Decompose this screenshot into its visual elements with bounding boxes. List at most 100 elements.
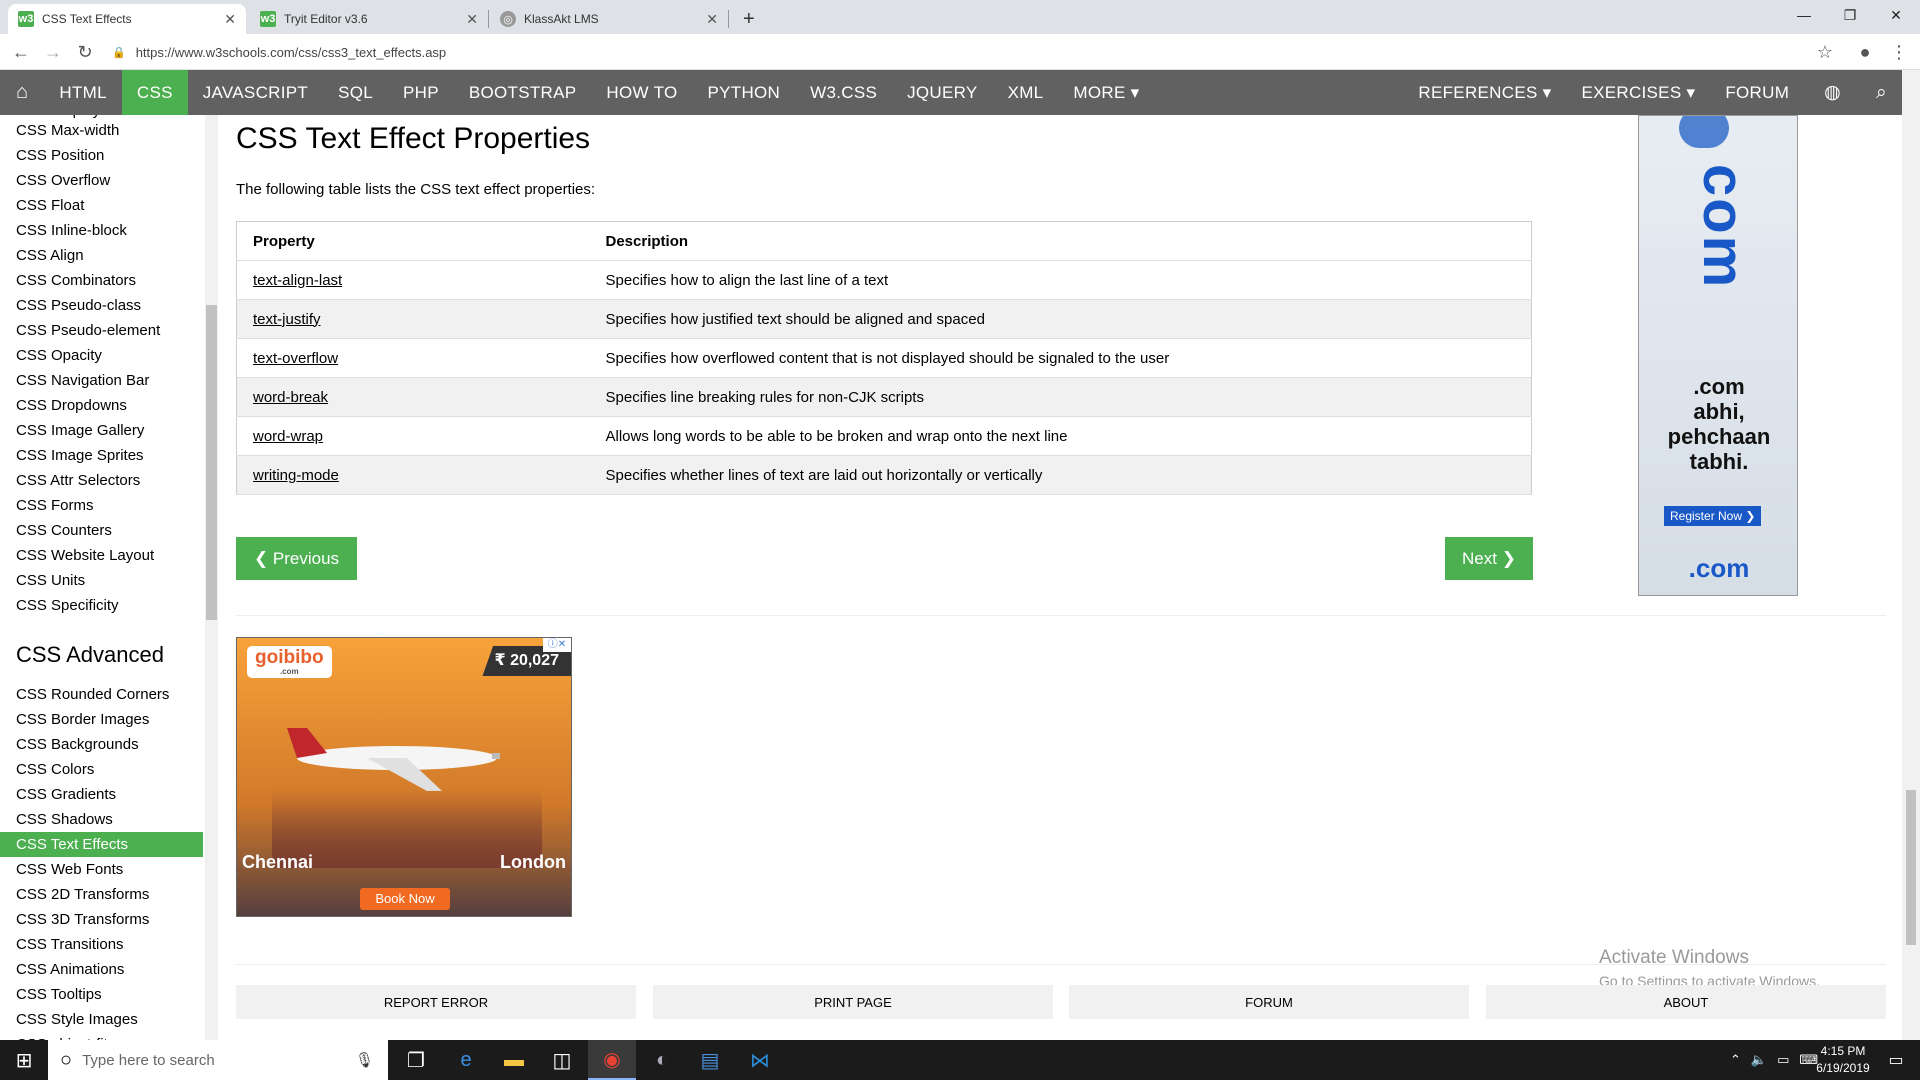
sidebar-item[interactable]: CSS Attr Selectors bbox=[0, 468, 203, 493]
store-icon[interactable]: ◫ bbox=[538, 1040, 586, 1080]
sidebar-item[interactable]: CSS Border Images bbox=[0, 707, 203, 732]
forum-button[interactable]: FORUM bbox=[1069, 985, 1469, 1019]
sidebar-item[interactable]: CSS Shadows bbox=[0, 807, 203, 832]
property-link[interactable]: writing-mode bbox=[236, 455, 590, 495]
sidebar-item[interactable]: CSS Units bbox=[0, 568, 203, 593]
ad-info-close-icon[interactable]: ⓘ✕ bbox=[543, 638, 571, 652]
browser-tab[interactable]: ◎ KlassAkt LMS ✕ bbox=[490, 4, 728, 34]
close-window-button[interactable]: ✕ bbox=[1873, 0, 1919, 30]
nav-html[interactable]: HTML bbox=[44, 70, 121, 115]
nav-sql[interactable]: SQL bbox=[323, 70, 388, 115]
notifications-icon[interactable]: ▭ bbox=[1872, 1040, 1920, 1080]
ad-book-now-button[interactable]: Book Now bbox=[360, 888, 450, 910]
browser-tab[interactable]: w3 CSS Text Effects ✕ bbox=[8, 4, 246, 34]
about-button[interactable]: ABOUT bbox=[1486, 985, 1886, 1019]
vscode-icon[interactable]: ⋈ bbox=[736, 1040, 784, 1080]
bottom-advertisement[interactable]: goibibo .com ₹ 20,027 ⓘ✕ Chennai London … bbox=[236, 637, 572, 917]
nav-bootstrap[interactable]: BOOTSTRAP bbox=[454, 70, 592, 115]
sidebar-item[interactable]: CSS Opacity bbox=[0, 343, 203, 368]
file-explorer-icon[interactable]: ▬ bbox=[490, 1040, 538, 1080]
property-link[interactable]: text-align-last bbox=[236, 260, 590, 300]
home-icon[interactable]: ⌂ bbox=[0, 70, 44, 115]
sidebar-item[interactable]: CSS Backgrounds bbox=[0, 732, 203, 757]
sidebar-item[interactable]: CSS object-fit bbox=[0, 1032, 203, 1040]
sidebar-item[interactable]: CSS Combinators bbox=[0, 268, 203, 293]
sidebar-item-active[interactable]: CSS Text Effects bbox=[0, 832, 203, 857]
nav-jquery[interactable]: JQUERY bbox=[892, 70, 992, 115]
nav-javascript[interactable]: JAVASCRIPT bbox=[188, 70, 323, 115]
sidebar-item[interactable]: CSS Style Images bbox=[0, 1007, 203, 1032]
nav-python[interactable]: PYTHON bbox=[692, 70, 795, 115]
chevron-up-icon[interactable]: ⌃ bbox=[1730, 1052, 1741, 1068]
sidebar-item[interactable]: CSS Forms bbox=[0, 493, 203, 518]
search-icon[interactable]: ⌕ bbox=[1861, 70, 1902, 115]
sidebar-item[interactable]: CSS 3D Transforms bbox=[0, 907, 203, 932]
nav-css[interactable]: CSS bbox=[121, 70, 188, 115]
sidebar-item[interactable]: CSS Align bbox=[0, 243, 203, 268]
sidebar-item[interactable]: CSS Dropdowns bbox=[0, 393, 203, 418]
windows-start-icon[interactable]: ⊞ bbox=[0, 1040, 48, 1080]
next-button[interactable]: Next ❯ bbox=[1445, 537, 1533, 580]
sidebar-item[interactable]: CSS 2D Transforms bbox=[0, 882, 203, 907]
nav-xml[interactable]: XML bbox=[993, 70, 1059, 115]
sidebar-item[interactable]: CSS Tooltips bbox=[0, 982, 203, 1007]
ad-register-button[interactable]: Register Now ❯ bbox=[1664, 506, 1762, 526]
close-icon[interactable]: ✕ bbox=[466, 11, 478, 28]
nav-forum[interactable]: FORUM bbox=[1710, 70, 1804, 115]
sidebar-item[interactable]: CSS Navigation Bar bbox=[0, 368, 203, 393]
star-icon[interactable]: ☆ bbox=[1812, 40, 1838, 64]
maximize-button[interactable]: ❐ bbox=[1827, 0, 1873, 30]
minimize-button[interactable]: — bbox=[1781, 0, 1827, 30]
close-icon[interactable]: ✕ bbox=[706, 11, 718, 28]
nav-references[interactable]: REFERENCES ▾ bbox=[1403, 70, 1566, 115]
sidebar-item[interactable]: CSS Web Fonts bbox=[0, 857, 203, 882]
property-link[interactable]: word-break bbox=[236, 377, 590, 417]
previous-button[interactable]: ❮ Previous bbox=[236, 537, 357, 580]
sidebar-item[interactable]: CSS Overflow bbox=[0, 168, 203, 193]
report-error-button[interactable]: REPORT ERROR bbox=[236, 985, 636, 1019]
sidebar-item[interactable]: CSS Transitions bbox=[0, 932, 203, 957]
property-link[interactable]: text-overflow bbox=[236, 338, 590, 378]
menu-dots-icon[interactable]: ⋮ bbox=[1886, 40, 1912, 64]
taskbar-search-input[interactable]: ○ Type here to search 🎙 bbox=[48, 1040, 388, 1080]
sidebar-item[interactable]: CSS Specificity bbox=[0, 593, 203, 618]
task-view-icon[interactable]: ❐ bbox=[392, 1040, 440, 1080]
sidebar-item[interactable]: CSS Position bbox=[0, 143, 203, 168]
back-arrow-icon[interactable]: ← bbox=[8, 40, 34, 64]
eclipse-icon[interactable]: ◐ bbox=[638, 1040, 686, 1080]
nav-more[interactable]: MORE ▾ bbox=[1058, 70, 1154, 115]
sidebar-item[interactable]: CSS Rounded Corners bbox=[0, 682, 203, 707]
nav-w3css[interactable]: W3.CSS bbox=[795, 70, 892, 115]
sidebar-item[interactable]: CSS Inline-block bbox=[0, 218, 203, 243]
profile-icon[interactable]: ● bbox=[1852, 40, 1878, 64]
sidebar-item[interactable]: CSS Animations bbox=[0, 957, 203, 982]
forward-arrow-icon[interactable]: → bbox=[40, 40, 66, 64]
property-link[interactable]: text-justify bbox=[236, 299, 590, 339]
sidebar-scroll-thumb[interactable] bbox=[206, 305, 217, 620]
sidebar-item[interactable]: CSS Pseudo-element bbox=[0, 318, 203, 343]
edge-browser-icon[interactable]: e bbox=[442, 1040, 490, 1080]
property-link[interactable]: word-wrap bbox=[236, 416, 590, 456]
close-icon[interactable]: ✕ bbox=[224, 11, 236, 28]
network-icon[interactable]: ▭ bbox=[1777, 1052, 1789, 1068]
nav-howto[interactable]: HOW TO bbox=[591, 70, 692, 115]
reload-icon[interactable]: ↻ bbox=[72, 40, 98, 64]
sidebar-item[interactable]: CSS Max-width bbox=[0, 118, 203, 143]
sidebar-item[interactable]: CSS Counters bbox=[0, 518, 203, 543]
url-field[interactable]: 🔒 https://www.w3schools.com/css/css3_tex… bbox=[112, 38, 1812, 66]
page-scroll-thumb[interactable] bbox=[1906, 790, 1916, 945]
sidebar-item[interactable]: CSS Colors bbox=[0, 757, 203, 782]
taskbar-clock[interactable]: 4:15 PM 6/19/2019 bbox=[1808, 1043, 1878, 1077]
sidebar-item[interactable]: CSS Pseudo-class bbox=[0, 293, 203, 318]
chrome-icon[interactable]: ◉ bbox=[588, 1040, 636, 1080]
speaker-icon[interactable]: 🔈 bbox=[1751, 1052, 1767, 1068]
new-tab-button[interactable]: + bbox=[733, 4, 763, 34]
sidebar-item[interactable]: CSS Float bbox=[0, 193, 203, 218]
print-page-button[interactable]: PRINT PAGE bbox=[653, 985, 1053, 1019]
sidebar-item[interactable]: CSS Image Sprites bbox=[0, 443, 203, 468]
sidebar-item[interactable]: CSS Gradients bbox=[0, 782, 203, 807]
right-advertisement[interactable]: com .com abhi, pehchaan tabhi. Register … bbox=[1638, 115, 1798, 596]
browser-tab[interactable]: w3 Tryit Editor v3.6 ✕ bbox=[250, 4, 488, 34]
sidebar-item[interactable]: CSS Image Gallery bbox=[0, 418, 203, 443]
microphone-icon[interactable]: 🎙 bbox=[355, 1051, 374, 1069]
